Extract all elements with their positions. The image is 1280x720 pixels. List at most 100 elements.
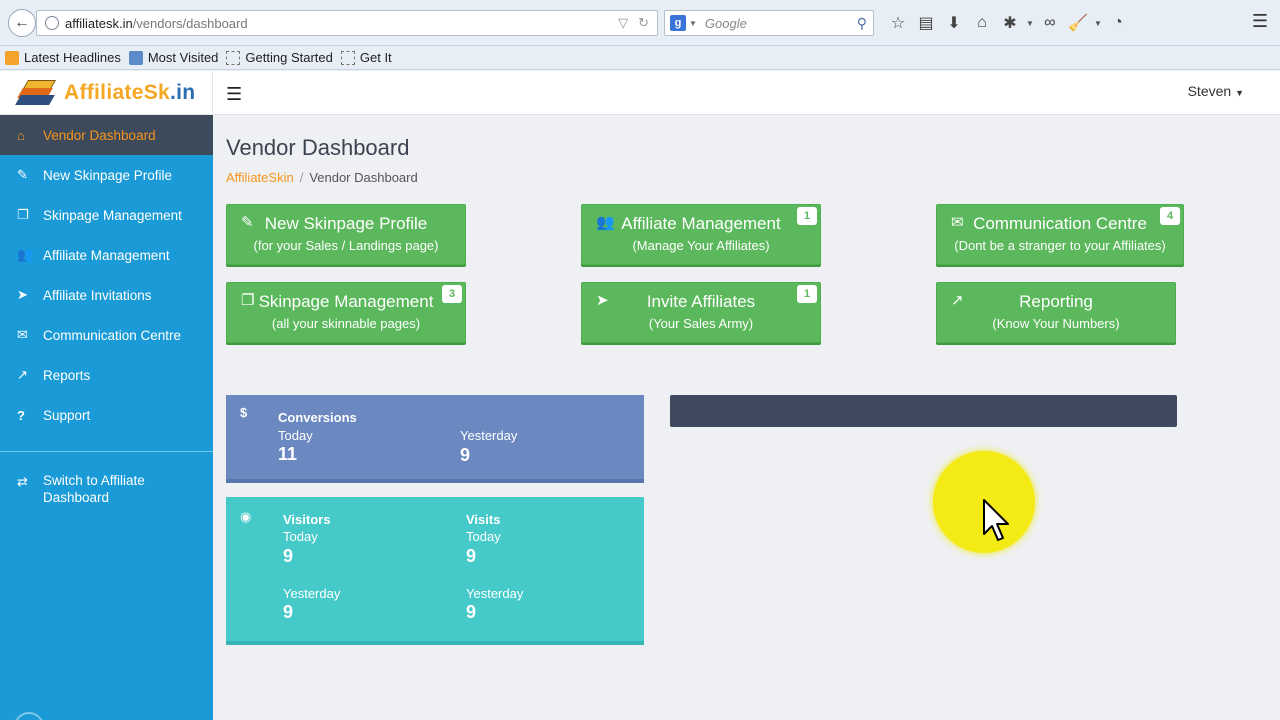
chevron-down-icon[interactable]: ▼: [689, 19, 697, 28]
count-badge: 1: [797, 207, 817, 225]
sidebar-item-support[interactable]: ? Support: [0, 395, 213, 435]
tile-skinpage-management[interactable]: ❐ 3 Skinpage Management (all your skinna…: [226, 282, 466, 343]
send-icon: ➤: [596, 292, 609, 309]
today-label: Today: [466, 529, 501, 544]
sidebar-item-label: Communication Centre: [43, 327, 182, 343]
user-menu[interactable]: Steven ▼: [1188, 83, 1244, 99]
bookmark-item[interactable]: Latest Headlines: [5, 50, 121, 65]
bookmarks-bar: Latest Headlines Most Visited Getting St…: [0, 46, 1280, 70]
sidebar-item-label: Vendor Dashboard: [43, 127, 156, 143]
search-bar[interactable]: g ▼ Google ⚲: [664, 10, 874, 36]
extension-icon[interactable]: ✱: [996, 11, 1024, 35]
switch-label: Switch to Affiliate Dashboard: [43, 473, 145, 505]
envelope-icon: ✉: [951, 214, 964, 231]
history-icon[interactable]: ◔: [1104, 11, 1132, 35]
copy-icon: ❐: [17, 207, 29, 222]
google-icon[interactable]: g: [670, 15, 686, 31]
tile-title: Invite Affiliates: [646, 292, 756, 311]
search-input[interactable]: Google: [705, 16, 857, 31]
tile-subtitle: (Your Sales Army): [648, 316, 754, 331]
rss-icon: [5, 50, 19, 65]
edit-icon: ✎: [17, 167, 28, 182]
sidebar-item-communication-centre[interactable]: ✉ Communication Centre: [0, 315, 213, 355]
most-visited-icon: [128, 50, 143, 65]
search-icon[interactable]: ⚲: [857, 15, 867, 32]
bookmark-label: Getting Started: [245, 50, 333, 65]
sidebar-item-vendor-dashboard[interactable]: ⌂ Vendor Dashboard: [0, 115, 213, 155]
reading-list-icon[interactable]: ▤: [912, 11, 940, 35]
sidebar-item-label: New Skinpage Profile: [43, 167, 173, 183]
send-icon: ➤: [17, 287, 28, 302]
bookmark-item[interactable]: Most Visited: [128, 50, 218, 65]
switch-dashboard-link[interactable]: ⇄ Switch to Affiliate Dashboard: [0, 472, 213, 506]
dropdown-icon[interactable]: ▽: [618, 15, 628, 31]
bookmark-label: Latest Headlines: [24, 50, 121, 65]
sidebar-divider: [0, 451, 213, 452]
sidebar: ⌂ Vendor Dashboard ✎ New Skinpage Profile …: [0, 115, 213, 720]
sidebar-item-label: Reports: [43, 367, 91, 383]
visitors-today-value: 9: [283, 546, 294, 566]
logo[interactable]: AffiliateSk.in: [0, 71, 213, 115]
today-label: Today: [278, 428, 313, 443]
download-icon[interactable]: ⬇: [940, 11, 968, 35]
tile-subtitle: (Know Your Numbers): [992, 316, 1120, 331]
globe-icon: [45, 16, 59, 30]
envelope-icon: ✉: [17, 327, 28, 342]
visits-today-value: 9: [466, 546, 477, 566]
sidebar-item-affiliate-invitations[interactable]: ➤ Affiliate Invitations: [0, 275, 213, 315]
sidebar-item-label: Skinpage Management: [43, 207, 182, 223]
breadcrumb-link[interactable]: AffiliateSkin: [226, 170, 294, 185]
chevron-down-icon[interactable]: ▼: [1092, 11, 1104, 35]
edit-icon: ✎: [241, 214, 254, 231]
mask-icon[interactable]: ∞: [1036, 11, 1064, 35]
logo-text-primary: AffiliateSk: [64, 81, 170, 104]
copy-icon: ❐: [241, 292, 255, 309]
sidebar-item-label: Affiliate Management: [43, 247, 170, 263]
sidebar-item-skinpage-management[interactable]: ❐ Skinpage Management: [0, 195, 213, 235]
bookmark-item[interactable]: Getting Started: [226, 50, 333, 65]
broom-icon[interactable]: 🧹: [1064, 11, 1092, 35]
sidebar-item-new-skinpage-profile[interactable]: ✎ New Skinpage Profile: [0, 155, 213, 195]
tile-affiliate-management[interactable]: 👥 1 Affiliate Management (Manage Your Af…: [581, 204, 821, 265]
tile-title: Affiliate Management: [621, 214, 781, 233]
chevron-down-icon[interactable]: ▼: [1024, 11, 1036, 35]
url-path: /vendors/dashboard: [132, 15, 248, 31]
back-icon[interactable]: ←: [8, 9, 36, 37]
home-icon[interactable]: ⌂: [968, 11, 996, 35]
conversions-panel: $ Conversions Today 11 Yesterday 9: [226, 395, 644, 483]
bookmark-label: Get It: [359, 50, 392, 65]
visitors-yesterday-value: 9: [283, 602, 294, 622]
tile-communication-centre[interactable]: ✉ 4 Communication Centre (Dont be a stra…: [936, 204, 1184, 265]
mouse-pointer-icon: [983, 499, 1009, 541]
sidebar-item-affiliate-management[interactable]: 👥 Affiliate Management: [0, 235, 213, 275]
tile-new-skinpage-profile[interactable]: ✎ New Skinpage Profile (for your Sales /…: [226, 204, 466, 265]
bookmark-star-icon[interactable]: ☆: [884, 11, 912, 35]
tile-subtitle: (for your Sales / Landings page): [253, 238, 439, 253]
tile-invite-affiliates[interactable]: ➤ 1 Invite Affiliates (Your Sales Army): [581, 282, 821, 343]
tile-subtitle: (Dont be a stranger to your Affiliates): [954, 238, 1166, 253]
sidebar-item-reports[interactable]: ↗ Reports: [0, 355, 213, 395]
reload-icon[interactable]: ↻: [638, 15, 649, 31]
visitors-panel: ◉ Visitors Today 9 Yesterday 9 Visits To…: [226, 497, 644, 645]
breadcrumb-separator: /: [299, 170, 304, 185]
logo-text-secondary: .in: [170, 81, 196, 104]
browser-menu-icon[interactable]: ☰: [1252, 11, 1268, 32]
sidebar-item-label: Affiliate Invitations: [43, 287, 152, 303]
eye-icon: ◉: [240, 509, 252, 524]
tile-subtitle: (Manage Your Affiliates): [632, 238, 770, 253]
bookmark-item[interactable]: Get It: [340, 50, 392, 65]
users-icon: 👥: [17, 247, 34, 262]
url-bar[interactable]: affiliatesk.in/vendors/dashboard ▽ ↻: [36, 10, 658, 36]
conversions-heading: Conversions: [278, 410, 357, 425]
panel-header-bar: [670, 395, 1177, 427]
home-icon: ⌂: [17, 127, 25, 143]
question-icon: ?: [17, 407, 25, 423]
app-header: AffiliateSk.in ☰ Steven ▼: [0, 71, 1280, 115]
chart-icon: ↗: [951, 292, 964, 309]
chart-icon: ↗: [17, 367, 28, 382]
hamburger-menu-icon[interactable]: ☰: [226, 84, 242, 105]
caret-down-icon: ▼: [1235, 88, 1244, 98]
tile-reporting[interactable]: ↗ Reporting (Know Your Numbers): [936, 282, 1176, 343]
page-title: Vendor Dashboard: [226, 135, 410, 160]
sidebar-item-label: Support: [43, 407, 91, 423]
